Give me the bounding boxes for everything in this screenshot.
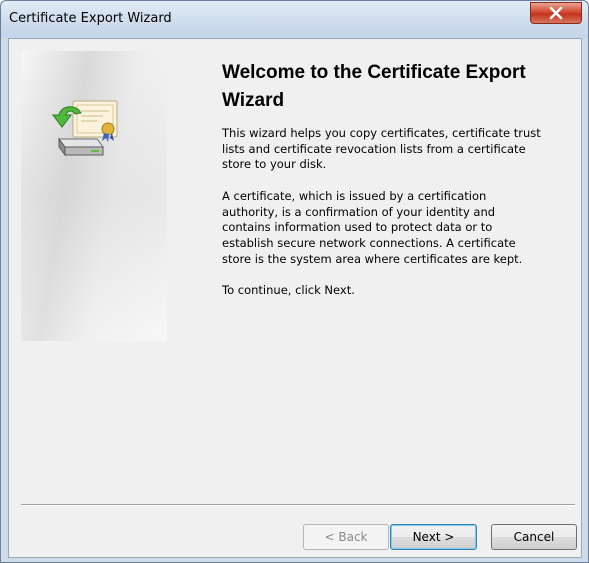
close-icon	[549, 6, 563, 20]
certificate-description-paragraph: A certificate, which is issued by a cert…	[222, 189, 523, 266]
close-button[interactable]	[530, 2, 582, 24]
next-button[interactable]: Next >	[390, 524, 477, 550]
certificate-export-icon	[52, 100, 118, 157]
wizard-page: Welcome to the Certificate Export Wizard…	[8, 38, 582, 558]
button-separator	[21, 504, 575, 506]
continue-instruction: To continue, click Next.	[222, 283, 355, 297]
wizard-window: Certificate Export Wizard Welcome to the…	[0, 0, 589, 563]
back-button[interactable]: < Back	[303, 524, 389, 550]
cancel-button[interactable]: Cancel	[491, 524, 577, 550]
intro-paragraph: This wizard helps you copy certificates,…	[222, 126, 541, 172]
page-title: Welcome to the Certificate Export Wizard	[222, 62, 526, 111]
title-bar[interactable]: Certificate Export Wizard	[1, 1, 588, 38]
wizard-side-panel	[21, 51, 167, 341]
window-title: Certificate Export Wizard	[9, 11, 172, 26]
